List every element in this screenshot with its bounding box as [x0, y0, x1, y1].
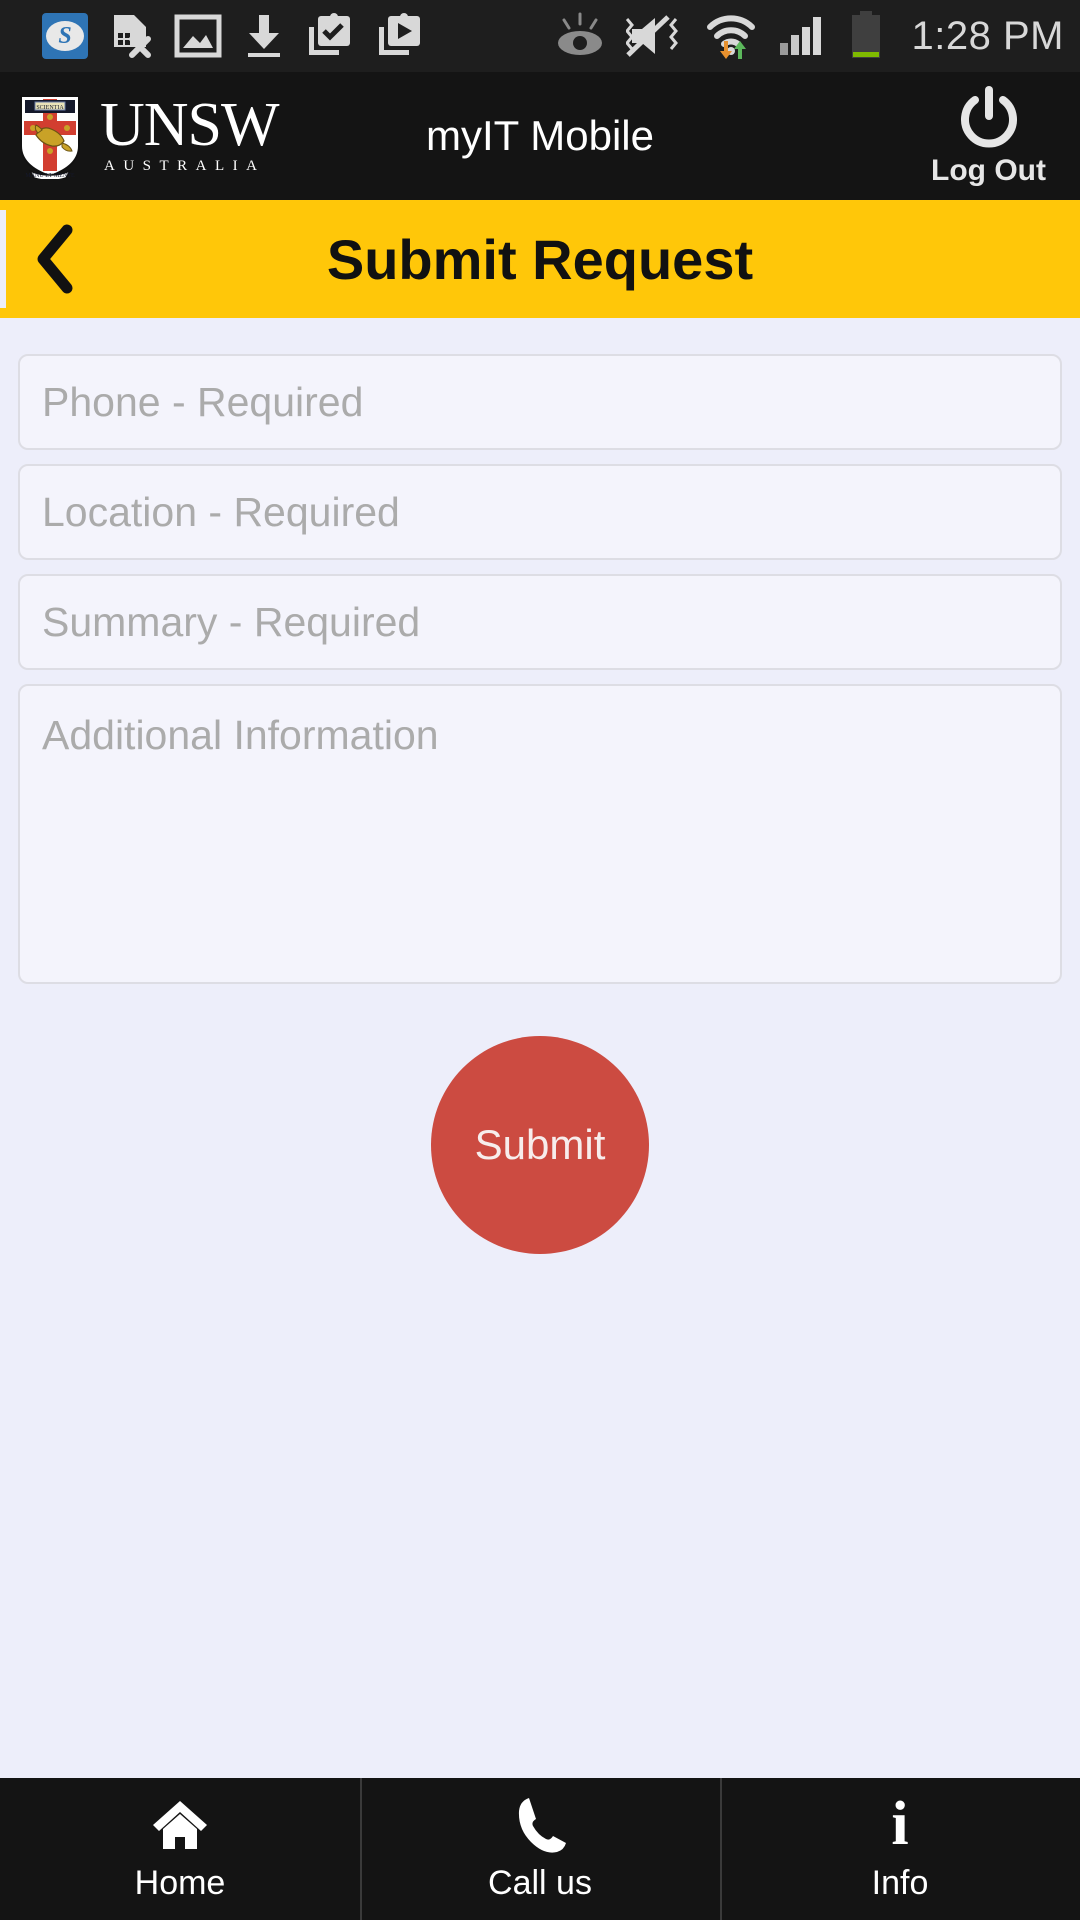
additional-info-field-placeholder: Additional Information	[42, 712, 439, 758]
nav-info[interactable]: i Info	[720, 1778, 1080, 1920]
clipboard-check-icon	[309, 13, 350, 55]
submit-button-container: Submit	[18, 1036, 1062, 1254]
page-title: Submit Request	[326, 227, 754, 291]
summary-field-placeholder: Summary - Required	[42, 598, 421, 645]
nav-home-label: Home	[134, 1863, 226, 1902]
bottom-navigation-bar: Home Call us i Info	[0, 1778, 1080, 1920]
summary-field[interactable]: Summary - Required	[18, 574, 1062, 670]
status-bar[interactable]: S 1:28 PM	[0, 0, 1080, 72]
smart-stay-eye-icon	[557, 12, 602, 55]
unsw-crest-icon: SCIENTIA MANU ET MENTE	[20, 95, 80, 179]
cellular-signal-icon	[779, 17, 821, 55]
submit-button-label: Submit	[474, 1121, 606, 1168]
chevron-left-icon	[37, 224, 73, 294]
back-button[interactable]	[0, 200, 110, 318]
nav-home[interactable]: Home	[0, 1778, 360, 1920]
sound-mute-vibrate-icon	[625, 15, 678, 57]
app-header: SCIENTIA MANU ET MENTE UNSW AUSTRALIA my…	[0, 72, 1080, 200]
info-icon: i	[891, 1789, 909, 1858]
status-bar-system-icons: 1:28 PM	[552, 10, 1064, 62]
wifi-icon	[706, 15, 755, 59]
submit-button[interactable]: Submit	[431, 1036, 649, 1254]
nav-info-label: Info	[871, 1863, 929, 1902]
skype-icon-letter: S	[46, 21, 84, 51]
svg-text:SCIENTIA: SCIENTIA	[36, 105, 64, 111]
location-field[interactable]: Location - Required	[18, 464, 1062, 560]
submit-request-form: Phone - Required Location - Required Sum…	[0, 318, 1080, 1254]
info-icon-glyph: i	[891, 1789, 909, 1858]
phone-icon	[512, 1796, 568, 1854]
page-header-bar: Submit Request	[0, 200, 1080, 318]
logout-button[interactable]: Log Out	[931, 84, 1046, 188]
battery-icon	[851, 11, 880, 58]
additional-info-field[interactable]: Additional Information	[18, 684, 1062, 984]
unsw-brand: SCIENTIA MANU ET MENTE UNSW AUSTRALIA	[0, 90, 280, 179]
skype-icon: S	[42, 13, 88, 59]
power-icon	[960, 86, 1017, 148]
nav-call-us[interactable]: Call us	[360, 1778, 720, 1920]
document-removed-icon	[114, 15, 151, 58]
phone-field[interactable]: Phone - Required	[18, 354, 1062, 450]
unsw-wordmark-primary: UNSW	[100, 90, 280, 159]
unsw-wordmark-secondary: AUSTRALIA	[104, 158, 266, 175]
clipboard-play-icon	[379, 13, 420, 55]
gallery-image-icon	[174, 14, 222, 58]
crest-motto-text: MANU ET MENTE	[25, 173, 75, 179]
unsw-wordmark: UNSW AUSTRALIA	[100, 90, 280, 175]
location-field-placeholder: Location - Required	[42, 488, 400, 535]
download-icon	[248, 15, 280, 57]
status-bar-clock: 1:28 PM	[911, 13, 1064, 58]
home-icon	[149, 1796, 211, 1854]
nav-call-us-label: Call us	[488, 1863, 592, 1902]
phone-field-placeholder: Phone - Required	[42, 378, 364, 425]
logout-button-label: Log Out	[931, 154, 1046, 187]
status-bar-notification-icons: S	[42, 13, 424, 59]
